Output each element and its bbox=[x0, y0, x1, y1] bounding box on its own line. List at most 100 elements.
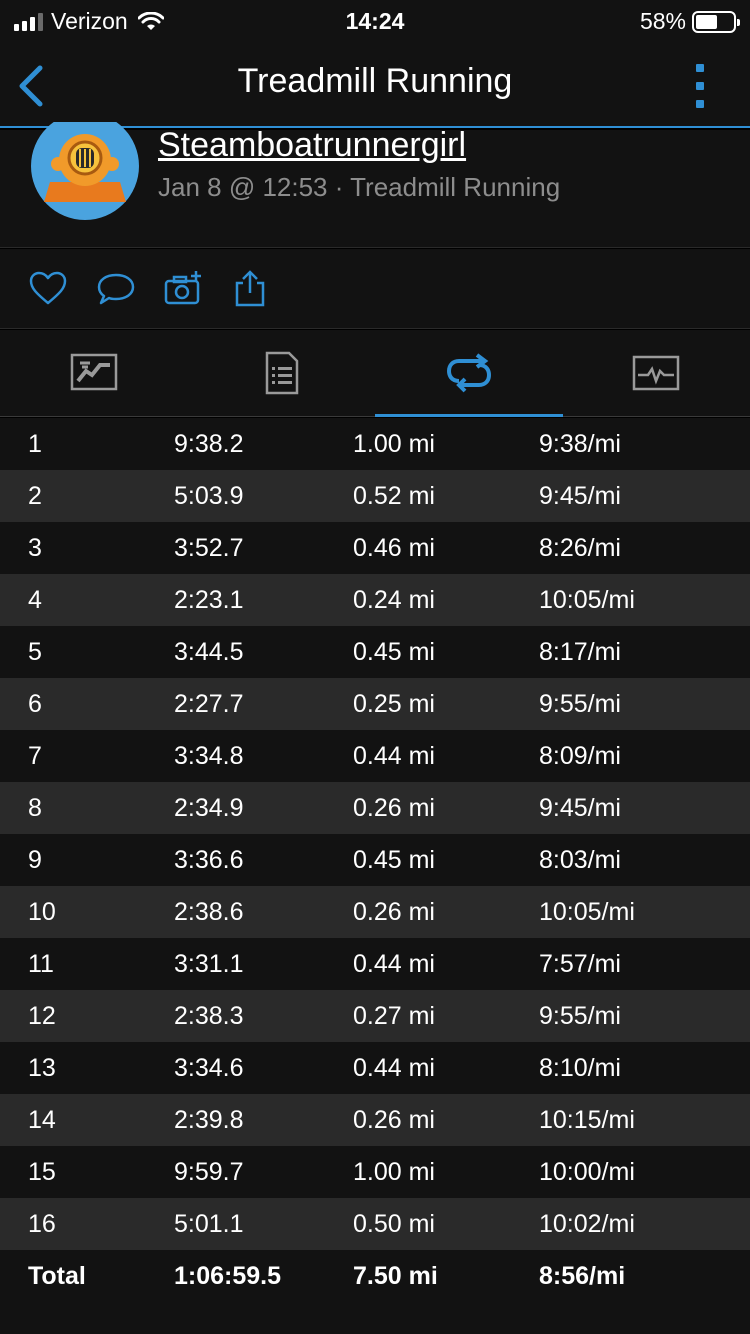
lap-pace: 9:45/mi bbox=[539, 793, 621, 822]
lap-time: 2:38.3 bbox=[174, 1001, 244, 1030]
lap-number: 16 bbox=[28, 1209, 56, 1238]
battery-icon bbox=[692, 10, 740, 33]
table-row: 14 2:39.8 0.26 mi 10:15/mi bbox=[0, 1094, 750, 1146]
activity-header: Steamboatrunnergirl Jan 8 @ 12:53 · Trea… bbox=[0, 122, 750, 248]
lap-time: 5:03.9 bbox=[174, 481, 244, 510]
chart-icon bbox=[633, 355, 680, 391]
lap-distance: 0.50 mi bbox=[353, 1209, 435, 1238]
lap-pace: 9:55/mi bbox=[539, 1001, 621, 1030]
lap-distance: 0.26 mi bbox=[353, 897, 435, 926]
table-row: 3 3:52.7 0.46 mi 8:26/mi bbox=[0, 522, 750, 574]
lap-pace: 9:45/mi bbox=[539, 481, 621, 510]
lap-time: 2:23.1 bbox=[174, 585, 244, 614]
action-bar bbox=[0, 249, 750, 329]
lap-distance: 0.26 mi bbox=[353, 793, 435, 822]
details-icon bbox=[266, 351, 299, 395]
lap-distance: 0.45 mi bbox=[353, 845, 435, 874]
table-row: 10 2:38.6 0.26 mi 10:05/mi bbox=[0, 886, 750, 938]
lap-pace: 8:17/mi bbox=[539, 637, 621, 666]
lap-number: 5 bbox=[28, 637, 42, 666]
page-title: Treadmill Running bbox=[237, 62, 513, 100]
lap-number: 1 bbox=[28, 429, 42, 458]
more-vertical-icon[interactable] bbox=[694, 64, 706, 108]
lap-pace: 10:00/mi bbox=[539, 1157, 635, 1186]
lap-pace: 8:26/mi bbox=[539, 533, 621, 562]
lap-number: 10 bbox=[28, 897, 56, 926]
add-photo-icon[interactable] bbox=[163, 269, 203, 309]
lap-pace: 10:05/mi bbox=[539, 585, 635, 614]
tab-charts[interactable] bbox=[563, 330, 750, 416]
lap-time: 3:52.7 bbox=[174, 533, 244, 562]
nav-bar: Treadmill Running bbox=[0, 44, 750, 128]
total-row: Total 1:06:59.5 7.50 mi 8:56/mi bbox=[0, 1250, 750, 1302]
table-row: 11 3:31.1 0.44 mi 7:57/mi bbox=[0, 938, 750, 990]
lap-number: 8 bbox=[28, 793, 42, 822]
laps-table: 1 9:38.2 1.00 mi 9:38/mi 2 5:03.9 0.52 mi 9:45/… bbox=[0, 418, 750, 1302]
lap-number: 2 bbox=[28, 481, 42, 510]
lap-time: 3:44.5 bbox=[174, 637, 244, 666]
lap-distance: 0.44 mi bbox=[353, 741, 435, 770]
lap-number: 12 bbox=[28, 1001, 56, 1030]
table-row: 4 2:23.1 0.24 mi 10:05/mi bbox=[0, 574, 750, 626]
lap-distance: 0.45 mi bbox=[353, 637, 435, 666]
lap-distance: 0.44 mi bbox=[353, 949, 435, 978]
lap-pace: 7:57/mi bbox=[539, 949, 621, 978]
heart-icon[interactable] bbox=[28, 269, 68, 309]
lap-distance: 0.52 mi bbox=[353, 481, 435, 510]
total-time: 1:06:59.5 bbox=[174, 1261, 282, 1290]
lap-time: 9:59.7 bbox=[174, 1157, 244, 1186]
lap-time: 2:27.7 bbox=[174, 689, 244, 718]
table-row: 7 3:34.8 0.44 mi 8:09/mi bbox=[0, 730, 750, 782]
lap-time: 3:34.8 bbox=[174, 741, 244, 770]
lap-number: 11 bbox=[28, 949, 54, 978]
share-icon[interactable] bbox=[230, 269, 270, 309]
lap-distance: 0.25 mi bbox=[353, 689, 435, 718]
lap-time: 9:38.2 bbox=[174, 429, 244, 458]
table-row: 12 2:38.3 0.27 mi 9:55/mi bbox=[0, 990, 750, 1042]
tab-laps[interactable] bbox=[375, 330, 563, 417]
lap-time: 2:38.6 bbox=[174, 897, 244, 926]
comment-icon[interactable] bbox=[96, 269, 136, 309]
lap-distance: 1.00 mi bbox=[353, 429, 435, 458]
lap-pace: 10:02/mi bbox=[539, 1209, 635, 1238]
lap-time: 3:34.6 bbox=[174, 1053, 244, 1082]
lap-distance: 0.27 mi bbox=[353, 1001, 435, 1030]
tab-map[interactable] bbox=[0, 330, 188, 416]
total-pace: 8:56/mi bbox=[539, 1261, 626, 1290]
total-label: Total bbox=[28, 1261, 86, 1290]
table-row: 6 2:27.7 0.25 mi 9:55/mi bbox=[0, 678, 750, 730]
status-bar: Verizon 14:24 58% bbox=[0, 0, 750, 44]
lap-time: 2:39.8 bbox=[174, 1105, 244, 1134]
lap-pace: 8:03/mi bbox=[539, 845, 621, 874]
laps-icon bbox=[446, 353, 491, 393]
lap-number: 4 bbox=[28, 585, 42, 614]
battery-fill bbox=[696, 14, 717, 29]
lap-distance: 0.44 mi bbox=[353, 1053, 435, 1082]
avatar[interactable] bbox=[30, 122, 140, 220]
lap-distance: 0.24 mi bbox=[353, 585, 435, 614]
lap-number: 13 bbox=[28, 1053, 56, 1082]
lap-number: 3 bbox=[28, 533, 42, 562]
username-link[interactable]: Steamboatrunnergirl bbox=[158, 126, 466, 165]
status-right: 58% bbox=[639, 8, 740, 35]
table-row: 8 2:34.9 0.26 mi 9:45/mi bbox=[0, 782, 750, 834]
lap-pace: 8:10/mi bbox=[539, 1053, 621, 1082]
lap-time: 5:01.1 bbox=[174, 1209, 244, 1238]
battery-percent: 58% bbox=[639, 8, 686, 34]
lap-pace: 10:05/mi bbox=[539, 897, 635, 926]
lap-pace: 9:55/mi bbox=[539, 689, 621, 718]
lap-pace: 9:38/mi bbox=[539, 429, 621, 458]
tab-details[interactable] bbox=[188, 330, 376, 416]
table-row: 13 3:34.6 0.44 mi 8:10/mi bbox=[0, 1042, 750, 1094]
status-time: 14:24 bbox=[345, 8, 405, 34]
map-icon bbox=[70, 353, 117, 391]
activity-tabs bbox=[0, 330, 750, 417]
lap-distance: 1.00 mi bbox=[353, 1157, 435, 1186]
table-row: 1 9:38.2 1.00 mi 9:38/mi bbox=[0, 418, 750, 470]
table-row: 5 3:44.5 0.45 mi 8:17/mi bbox=[0, 626, 750, 678]
lap-number: 15 bbox=[28, 1157, 56, 1186]
lap-time: 3:36.6 bbox=[174, 845, 244, 874]
table-row: 9 3:36.6 0.45 mi 8:03/mi bbox=[0, 834, 750, 886]
lap-pace: 8:09/mi bbox=[539, 741, 621, 770]
activity-meta: Jan 8 @ 12:53 · Treadmill Running bbox=[158, 172, 561, 202]
